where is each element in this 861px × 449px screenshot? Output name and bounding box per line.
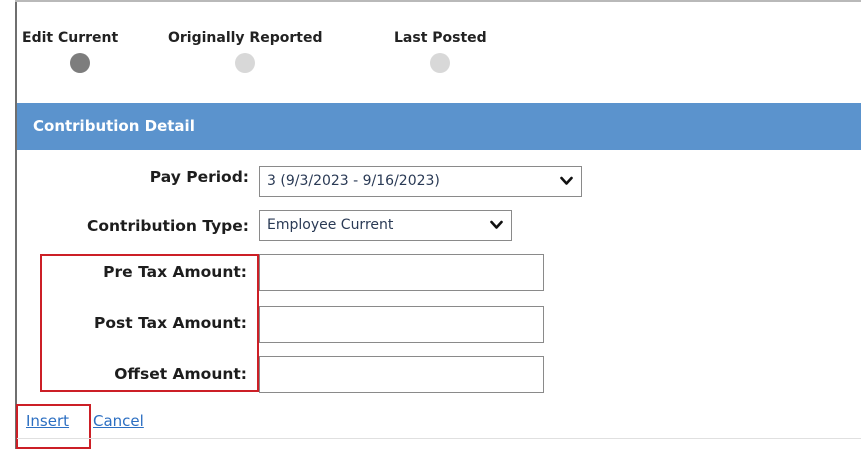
pay-period-label: Pay Period: bbox=[149, 168, 249, 186]
bottom-divider bbox=[17, 438, 861, 439]
pre-tax-amount-input[interactable] bbox=[259, 254, 544, 291]
chevron-down-icon bbox=[490, 220, 503, 229]
inactive-indicator-dot bbox=[235, 53, 256, 73]
panel-title: Contribution Detail bbox=[33, 117, 195, 135]
cancel-link[interactable]: Cancel bbox=[93, 412, 144, 430]
chevron-down-icon bbox=[560, 176, 573, 185]
contribution-type-value: Employee Current bbox=[267, 217, 394, 233]
post-tax-amount-label: Post Tax Amount: bbox=[94, 314, 247, 332]
contribution-type-label: Contribution Type: bbox=[86, 217, 249, 235]
tab-edit-current-label: Edit Current bbox=[22, 30, 119, 46]
panel-header: Contribution Detail bbox=[17, 103, 861, 150]
tab-last-posted-label: Last Posted bbox=[394, 30, 487, 46]
tab-edit-current[interactable]: Edit Current bbox=[22, 30, 118, 73]
top-border bbox=[15, 0, 861, 2]
pre-tax-amount-label: Pre Tax Amount: bbox=[103, 263, 247, 281]
tab-last-posted[interactable]: Last Posted bbox=[394, 30, 487, 73]
tab-originally-reported[interactable]: Originally Reported bbox=[168, 30, 322, 73]
pay-period-value: 3 (9/3/2023 - 9/16/2023) bbox=[267, 173, 440, 189]
inactive-indicator-dot bbox=[430, 53, 451, 73]
offset-amount-label: Offset Amount: bbox=[114, 365, 247, 383]
offset-amount-input[interactable] bbox=[259, 356, 544, 393]
active-indicator-dot bbox=[70, 53, 90, 73]
post-tax-amount-input[interactable] bbox=[259, 306, 544, 343]
contribution-type-select[interactable]: Employee Current bbox=[259, 210, 512, 241]
tab-originally-reported-label: Originally Reported bbox=[168, 30, 323, 46]
insert-link[interactable]: Insert bbox=[26, 412, 69, 430]
pay-period-select[interactable]: 3 (9/3/2023 - 9/16/2023) bbox=[259, 166, 582, 197]
